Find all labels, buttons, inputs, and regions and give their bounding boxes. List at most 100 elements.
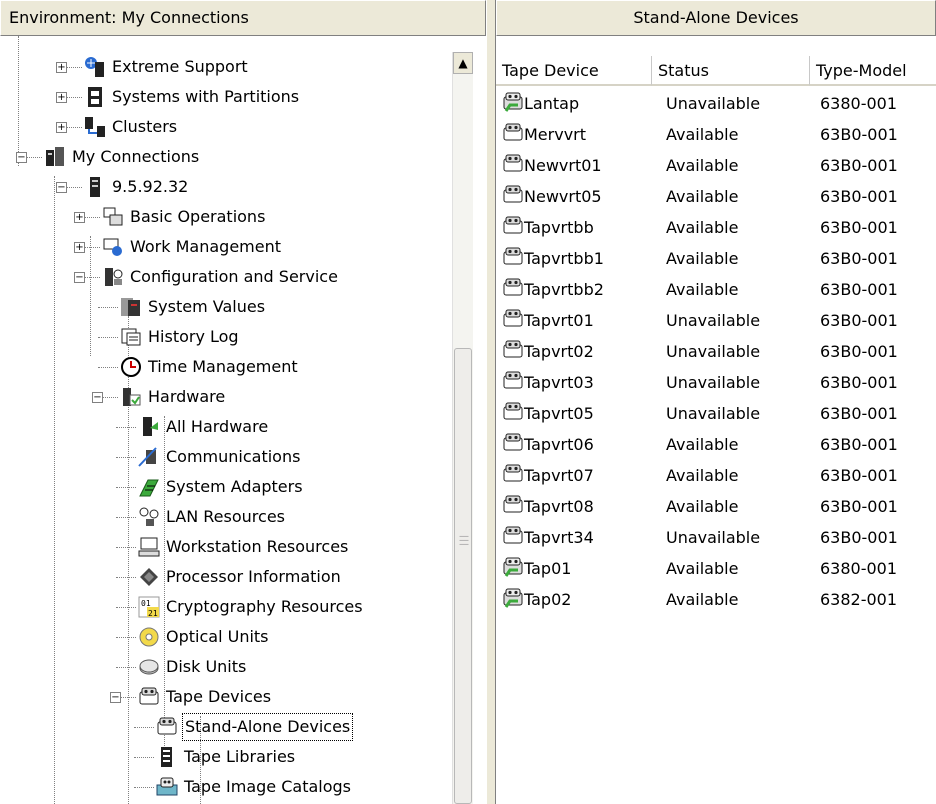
scroll-up-button[interactable]: ▲ <box>453 52 473 74</box>
tree-item-processor-information[interactable]: Processor Information <box>0 562 452 592</box>
svg-text:21: 21 <box>148 609 158 618</box>
device-row[interactable]: Newvrt01 Available 63B0-001 <box>496 150 936 181</box>
column-header-status[interactable]: Status <box>652 56 810 86</box>
tree-item-communications[interactable]: Communications <box>0 442 452 472</box>
tape-drive-icon <box>502 277 524 299</box>
collapse-icon[interactable]: − <box>16 152 27 163</box>
tape-drive-icon <box>502 494 524 516</box>
device-row[interactable]: Tapvrt01 Unavailable 63B0-001 <box>496 305 936 336</box>
tree-guide-line <box>134 787 154 788</box>
collapse-icon[interactable]: − <box>56 182 67 193</box>
device-status: Available <box>666 187 739 206</box>
device-status: Available <box>666 125 739 144</box>
device-row[interactable]: Tapvrt07 Available 63B0-001 <box>496 460 936 491</box>
tree-item-all-hardware[interactable]: All Hardware <box>0 412 452 442</box>
device-name: Tap01 <box>524 559 572 578</box>
tape-drive-green-icon <box>502 587 524 609</box>
tree-item-optical-units[interactable]: Optical Units <box>0 622 452 652</box>
communications-icon <box>138 446 160 468</box>
device-type-model: 63B0-001 <box>820 342 898 361</box>
tree-item-9-5-92-32[interactable]: − 9.5.92.32 <box>0 172 452 202</box>
device-name: Tapvrt05 <box>524 404 594 423</box>
device-row[interactable]: Tap01 Available 6380-001 <box>496 553 936 584</box>
device-row[interactable]: Tap02 Available 6382-001 <box>496 584 936 615</box>
tree-item-label: Tape Libraries <box>184 747 296 766</box>
tree-item-history-log[interactable]: History Log <box>0 322 452 352</box>
tree-item-tape-image-catalogs[interactable]: Tape Image Catalogs <box>0 772 452 802</box>
expand-icon[interactable]: + <box>56 122 67 133</box>
tree-item-hardware[interactable]: − Hardware <box>0 382 452 412</box>
system-adapters-icon <box>138 476 160 498</box>
tree-item-workstation-resources[interactable]: Workstation Resources <box>0 532 452 562</box>
device-status: Unavailable <box>666 373 761 392</box>
device-row[interactable]: Tapvrtbb1 Available 63B0-001 <box>496 243 936 274</box>
collapse-icon[interactable]: − <box>110 692 121 703</box>
device-row[interactable]: Mervvrt Available 63B0-001 <box>496 119 936 150</box>
tree-item-label: Extreme Support <box>112 57 248 76</box>
device-row[interactable]: Lantap Unavailable 6380-001 <box>496 88 936 119</box>
device-name: Lantap <box>524 94 580 113</box>
collapse-icon[interactable]: − <box>92 392 103 403</box>
device-status: Available <box>666 466 739 485</box>
tape-drive-icon <box>502 401 524 423</box>
device-status: Available <box>666 559 739 578</box>
tree-item-systems-with-partitions[interactable]: + Systems with Partitions <box>0 82 452 112</box>
tree-item-basic-operations[interactable]: + Basic Operations <box>0 202 452 232</box>
tree-item-tape-devices[interactable]: − Tape Devices <box>0 682 452 712</box>
tree-item-system-adapters[interactable]: System Adapters <box>0 472 452 502</box>
expand-icon[interactable]: + <box>56 92 67 103</box>
tree-item-label: Tape Image Catalogs <box>184 777 351 796</box>
processor-icon <box>138 566 160 588</box>
tree-item-system-values[interactable]: System Values <box>0 292 452 322</box>
tree-item-disk-units[interactable]: Disk Units <box>0 652 452 682</box>
expand-icon[interactable]: + <box>74 242 85 253</box>
extreme-support-icon <box>84 56 106 78</box>
tree-item-label: Workstation Resources <box>166 537 349 556</box>
navigation-tree[interactable]: + Extreme Support + Systems with Partitions… <box>0 36 486 804</box>
tree-item-my-connections[interactable]: − My Connections <box>0 142 452 172</box>
device-row[interactable]: Tapvrt03 Unavailable 63B0-001 <box>496 367 936 398</box>
device-name: Tapvrt34 <box>524 528 594 547</box>
tree-item-label: LAN Resources <box>166 507 285 526</box>
device-list[interactable]: Tape Device Status Type-Model Lantap Unav… <box>496 36 936 804</box>
scroll-thumb[interactable]: — — — <box>454 348 472 804</box>
tree-guide-line <box>116 577 136 578</box>
expand-icon[interactable]: + <box>74 212 85 223</box>
device-name: Newvrt05 <box>524 187 602 206</box>
tree-guide-line <box>134 727 154 728</box>
tree-item-label: Hardware <box>148 387 226 406</box>
device-type-model: 63B0-001 <box>820 249 898 268</box>
device-row[interactable]: Tapvrt02 Unavailable 63B0-001 <box>496 336 936 367</box>
column-header-tape-device[interactable]: Tape Device <box>496 56 652 86</box>
device-row[interactable]: Tapvrt05 Unavailable 63B0-001 <box>496 398 936 429</box>
tree-item-tape-libraries[interactable]: Tape Libraries <box>0 742 452 772</box>
configuration-icon <box>102 266 124 288</box>
column-header-type-model[interactable]: Type-Model <box>810 56 936 86</box>
device-row[interactable]: Tapvrtbb Available 63B0-001 <box>496 212 936 243</box>
tree-item-stand-alone-devices[interactable]: Stand-Alone Devices <box>0 712 452 742</box>
device-row[interactable]: Tapvrtbb2 Available 63B0-001 <box>496 274 936 305</box>
expand-icon[interactable]: + <box>56 62 67 73</box>
tree-item-time-management[interactable]: Time Management <box>0 352 452 382</box>
device-name: Tapvrt03 <box>524 373 594 392</box>
collapse-icon[interactable]: − <box>74 272 85 283</box>
tree-guide-line <box>116 607 136 608</box>
device-row[interactable]: Tapvrt34 Unavailable 63B0-001 <box>496 522 936 553</box>
device-row[interactable]: Tapvrt06 Available 63B0-001 <box>496 429 936 460</box>
device-row[interactable]: Newvrt05 Available 63B0-001 <box>496 181 936 212</box>
tree-scrollbar[interactable]: ▲ — — — <box>452 52 473 804</box>
tree-item-configuration-and-service[interactable]: − Configuration and Service <box>0 262 452 292</box>
tree-item-cryptography-resources[interactable]: 01 21 Cryptography Resources <box>0 592 452 622</box>
tree-guide-line <box>116 457 136 458</box>
tree-item-work-management[interactable]: + Work Management <box>0 232 452 262</box>
device-type-model: 63B0-001 <box>820 311 898 330</box>
device-status: Unavailable <box>666 342 761 361</box>
device-row[interactable]: Tapvrt08 Available 63B0-001 <box>496 491 936 522</box>
tree-item-label: Disk Units <box>166 657 247 676</box>
tape-drive-icon <box>502 432 524 454</box>
tree-item-extreme-support[interactable]: + Extreme Support <box>0 52 452 82</box>
pane-splitter[interactable] <box>486 0 496 804</box>
tree-item-label: Processor Information <box>166 567 341 586</box>
tree-item-clusters[interactable]: + Clusters <box>0 112 452 142</box>
tree-item-lan-resources[interactable]: LAN Resources <box>0 502 452 532</box>
